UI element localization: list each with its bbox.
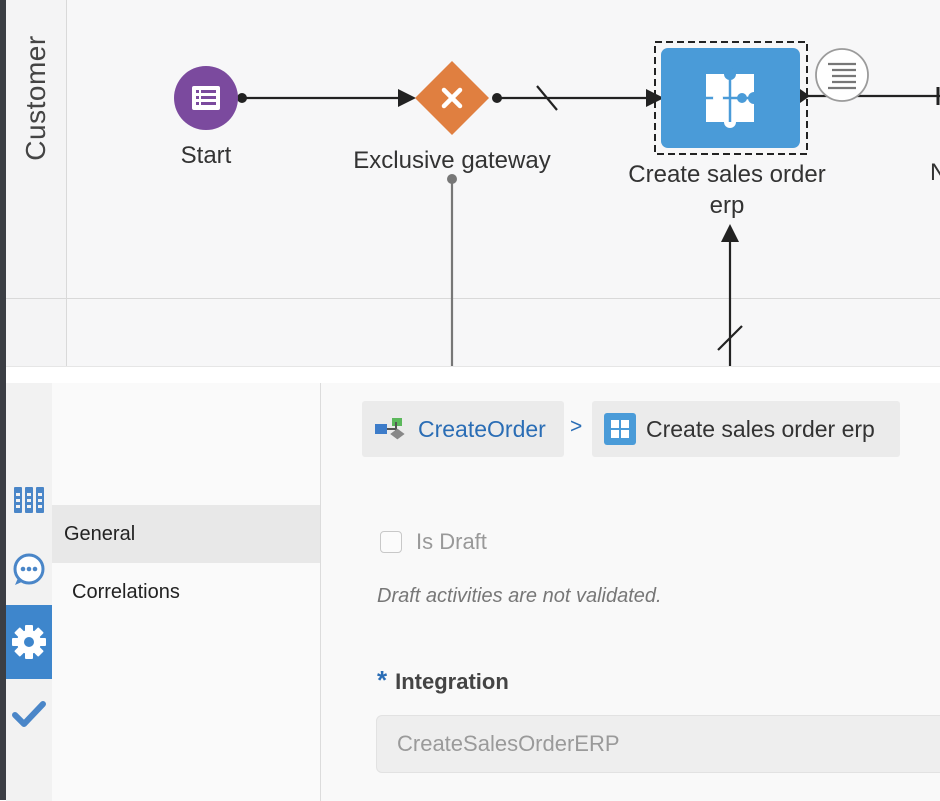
exclusive-gateway[interactable]: [415, 61, 489, 135]
process-flow-icon: [375, 418, 405, 440]
start-event[interactable]: [174, 66, 238, 130]
breadcrumb-process[interactable]: CreateOrder: [362, 401, 564, 457]
breadcrumb-activity[interactable]: Create sales order erp: [592, 401, 900, 457]
integration-field-label-row: * Integration: [377, 665, 509, 696]
integration-label: Integration: [395, 669, 509, 694]
grid-icon: [14, 487, 44, 513]
gateway-label: Exclusive gateway: [353, 147, 551, 174]
nav-item-correlations[interactable]: Correlations: [52, 563, 320, 621]
is-draft-label[interactable]: Is Draft: [416, 529, 487, 555]
sequence-flow-into-task[interactable]: [717, 224, 743, 366]
start-event-label: Start: [180, 142, 232, 169]
rail-validate-button[interactable]: [6, 683, 52, 745]
puzzle-icon: [604, 413, 636, 445]
chat-icon: [13, 553, 45, 585]
check-icon: [12, 701, 46, 727]
rail-chat-button[interactable]: [6, 539, 52, 601]
gear-icon: [12, 625, 46, 659]
sequence-flow-gateway-task[interactable]: [492, 85, 664, 111]
sequence-flow-start-gateway[interactable]: [237, 89, 416, 107]
breadcrumb-process-label: CreateOrder: [418, 415, 546, 442]
list-icon: [192, 86, 220, 110]
is-draft-checkbox[interactable]: [380, 531, 402, 553]
service-task-create-sales-order-erp[interactable]: [654, 41, 808, 155]
window-edge: [0, 0, 6, 800]
next-node-label: N: [930, 159, 940, 186]
breadcrumb-activity-label: Create sales order erp: [646, 415, 875, 442]
rail-grid-button[interactable]: [6, 469, 52, 531]
sequence-flow-gateway-down[interactable]: [447, 174, 457, 366]
integration-field[interactable]: [376, 715, 940, 773]
node-menu-button[interactable]: [815, 48, 869, 102]
properties-nav: General Correlations: [52, 383, 321, 801]
puzzle-icon: [706, 68, 760, 128]
breadcrumb-separator: >: [570, 415, 583, 438]
required-marker: *: [377, 665, 388, 695]
properties-panel: General Correlations CreateOrder > Creat…: [0, 366, 940, 801]
process-canvas[interactable]: Customer Start Exclusive gateway Create …: [0, 0, 940, 366]
rail-settings-button[interactable]: [6, 605, 52, 679]
properties-content: CreateOrder > Create sales order erp Is …: [321, 383, 940, 801]
panel-icon-rail: [6, 383, 52, 801]
draft-help-text: Draft activities are not validated.: [377, 585, 662, 607]
is-draft-row: Is Draft: [380, 529, 487, 555]
task-label: Create sales order erp: [628, 161, 826, 219]
nav-item-general[interactable]: General: [52, 505, 320, 563]
